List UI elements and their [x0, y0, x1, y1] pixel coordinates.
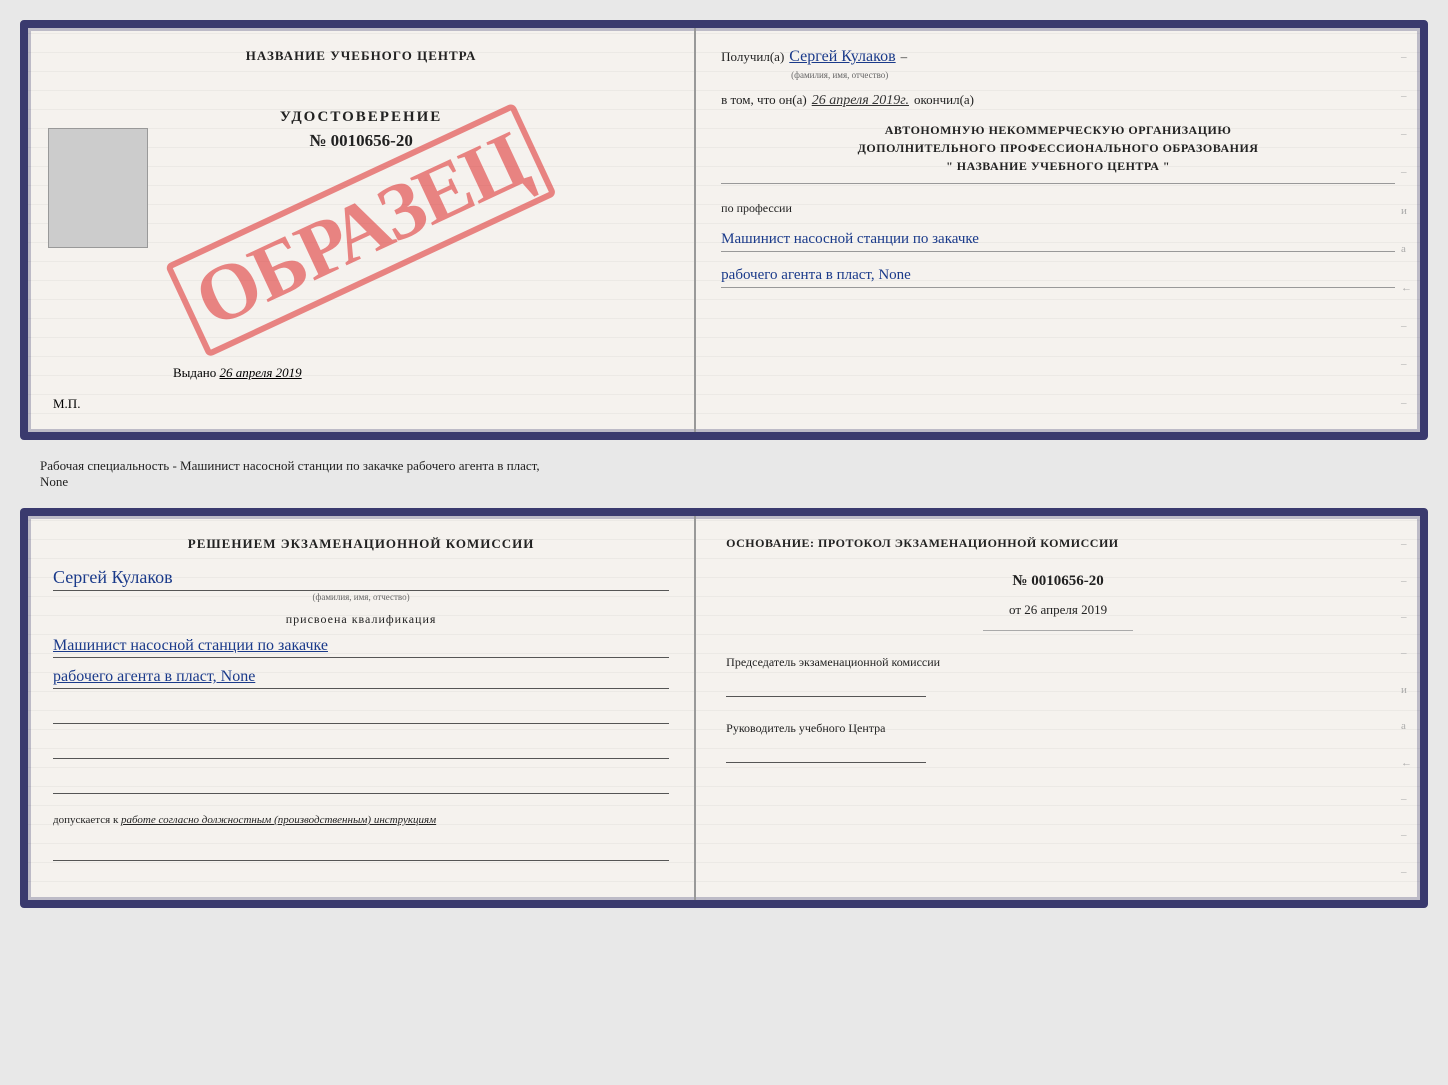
fio-hint-bottom: (фамилия, имя, отчество) [53, 592, 669, 602]
osnov-title: Основание: протокол экзаменационной коми… [726, 536, 1390, 551]
org-quote: " НАЗВАНИЕ УЧЕБНОГО ЦЕНТРА " [721, 157, 1395, 175]
dopuskaetsya-block: допускается к работе согласно должностны… [53, 814, 669, 826]
recipient-row: Получил(а) Сергей Кулаков – [721, 48, 1395, 66]
protokol-number: № 0010656-20 [726, 573, 1390, 590]
ot-label: от [1009, 602, 1021, 617]
bottom-left-panel: Решением экзаменационной комиссии Сергей… [28, 516, 696, 900]
protokol-date-value: 26 апреля 2019 [1024, 602, 1107, 617]
blank-line-1 [53, 704, 669, 724]
top-left-panel: НАЗВАНИЕ УЧЕБНОГО ЦЕНТРА УДОСТОВЕРЕНИЕ №… [28, 28, 696, 432]
page-wrapper: НАЗВАНИЕ УЧЕБНОГО ЦЕНТРА УДОСТОВЕРЕНИЕ №… [20, 20, 1428, 908]
top-title: НАЗВАНИЕ УЧЕБНОГО ЦЕНТРА [246, 48, 477, 64]
kvalif-line2: рабочего агента в пласт, None [53, 668, 669, 689]
mp-label: М.П. [53, 396, 80, 412]
top-right-panel: Получил(а) Сергей Кулаков – (фамилия, им… [696, 28, 1420, 432]
recipient-name: Сергей Кулаков [789, 48, 895, 66]
right-dashes-top: –––– иа←––– [1401, 28, 1412, 432]
chairman-block: Председатель экзаменационной комиссии [726, 653, 1390, 697]
blank-line-2 [53, 739, 669, 759]
org-block: АВТОНОМНУЮ НЕКОММЕРЧЕСКУЮ ОРГАНИЗАЦИЮ ДО… [721, 121, 1395, 184]
dopuskaetsya-prefix: допускается к [53, 814, 118, 826]
kvalif-line1: Машинист насосной станции по закачке [53, 637, 669, 658]
prisvoena-text: присвоена квалификация [53, 612, 669, 627]
fio-hint-top: (фамилия, имя, отчество) [791, 70, 1395, 80]
top-document: НАЗВАНИЕ УЧЕБНОГО ЦЕНТРА УДОСТОВЕРЕНИЕ №… [20, 20, 1428, 440]
rukovod-block: Руководитель учебного Центра [726, 719, 1390, 763]
dopuskaetsya-text: работе согласно должностным (производств… [121, 814, 436, 826]
middle-line1: Рабочая специальность - Машинист насосно… [40, 458, 540, 473]
bottom-document: Решением экзаменационной комиссии Сергей… [20, 508, 1428, 908]
middle-text: Рабочая специальность - Машинист насосно… [20, 450, 1428, 498]
org-line2: ДОПОЛНИТЕЛЬНОГО ПРОФЕССИОНАЛЬНОГО ОБРАЗО… [721, 139, 1395, 157]
rukovod-signature-line [726, 743, 926, 763]
vtom-date-row: в том, что он(а) 26 апреля 2019г. окончи… [721, 92, 1395, 109]
middle-line2: None [40, 474, 68, 489]
rukovod-title: Руководитель учебного Центра [726, 719, 1390, 738]
udostoverenie-title: УДОСТОВЕРЕНИЕ [280, 109, 443, 126]
komissia-name: Сергей Кулаков [53, 567, 669, 591]
komissia-title: Решением экзаменационной комиссии [53, 536, 669, 552]
vtom-label: в том, что он(а) [721, 92, 807, 108]
protokol-date: от 26 апреля 2019 [726, 602, 1390, 618]
bottom-right-panel: Основание: протокол экзаменационной коми… [696, 516, 1420, 900]
blank-line-4 [53, 841, 669, 861]
poluchil-label: Получил(а) [721, 49, 784, 65]
vtom-date: 26 апреля 2019г. [812, 93, 909, 109]
chairman-title: Председатель экзаменационной комиссии [726, 653, 1390, 672]
okonchil-label: окончил(а) [914, 92, 974, 108]
blank-line-3 [53, 774, 669, 794]
name-block: Сергей Кулаков (фамилия, имя, отчество) [53, 567, 669, 602]
vydano-date: 26 апреля 2019 [220, 365, 302, 380]
profession-line1: Машинист насосной станции по закачке [721, 231, 1395, 252]
vydano-row: Выдано 26 апреля 2019 [173, 365, 302, 381]
vydano-label: Выдано [173, 365, 216, 380]
po-professii-label: по профессии [721, 201, 1395, 216]
org-line1: АВТОНОМНУЮ НЕКОММЕРЧЕСКУЮ ОРГАНИЗАЦИЮ [721, 121, 1395, 139]
chairman-signature-line [726, 677, 926, 697]
photo-placeholder [48, 128, 148, 248]
middle-text-content: Рабочая специальность - Машинист насосно… [40, 458, 1408, 490]
right-dashes-bottom: –––– иа←––– [1401, 516, 1412, 900]
udostoverenie-number: № 0010656-20 [309, 131, 413, 151]
profession-line2: рабочего агента в пласт, None [721, 267, 1395, 288]
